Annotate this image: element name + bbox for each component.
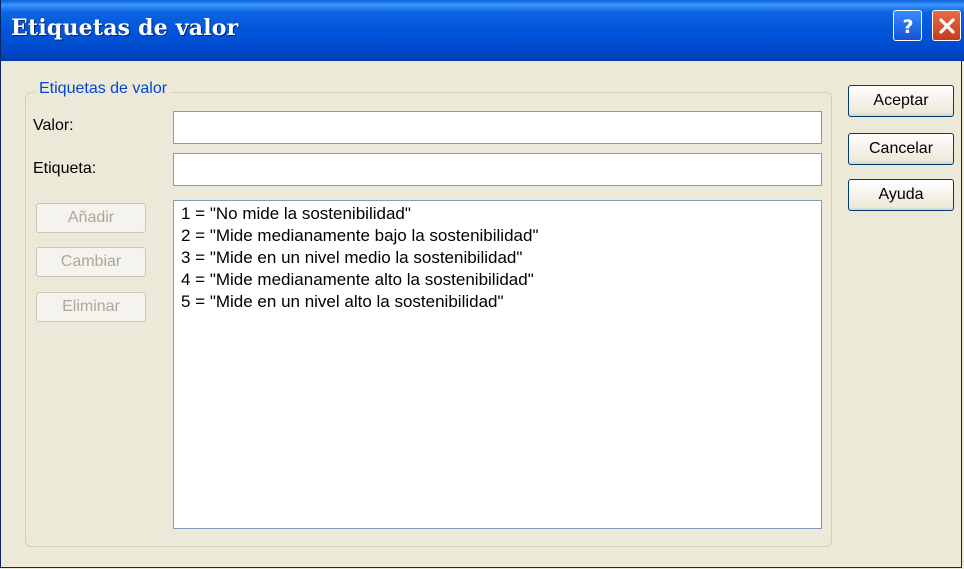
list-item[interactable]: 4 = "Mide medianamente alto la sostenibi… xyxy=(181,269,821,291)
close-button[interactable] xyxy=(932,10,961,41)
help-title-button[interactable]: ? xyxy=(893,10,922,41)
list-item[interactable]: 5 = "Mide en un nivel alto la sostenibil… xyxy=(181,291,821,313)
valor-input[interactable] xyxy=(173,111,822,144)
help-button[interactable]: Ayuda xyxy=(848,179,954,211)
etiqueta-label: Etiqueta: xyxy=(33,160,97,177)
dialog-window: Etiquetas de valor ? Etiquetas de valor … xyxy=(0,0,964,568)
remove-button[interactable]: Eliminar xyxy=(36,292,146,322)
list-item[interactable]: 3 = "Mide en un nivel medio la sostenibi… xyxy=(181,247,821,269)
add-button[interactable]: Añadir xyxy=(36,203,146,233)
list-item[interactable]: 1 = "No mide la sostenibilidad" xyxy=(181,203,821,225)
etiqueta-input[interactable] xyxy=(173,153,822,186)
value-labels-list[interactable]: 1 = "No mide la sostenibilidad" 2 = "Mid… xyxy=(173,200,822,529)
question-icon: ? xyxy=(902,16,913,37)
svg-text:?: ? xyxy=(902,16,913,37)
change-button[interactable]: Cambiar xyxy=(36,247,146,277)
list-item[interactable]: 2 = "Mide medianamente bajo la sostenibi… xyxy=(181,225,821,247)
cancel-button[interactable]: Cancelar xyxy=(848,133,954,165)
valor-label: Valor: xyxy=(33,117,74,134)
window-title: Etiquetas de valor xyxy=(11,15,239,41)
close-x-icon xyxy=(938,17,955,34)
title-bar[interactable]: Etiquetas de valor ? xyxy=(1,0,964,61)
group-legend: Etiquetas de valor xyxy=(35,80,172,98)
accept-button[interactable]: Aceptar xyxy=(848,85,954,117)
